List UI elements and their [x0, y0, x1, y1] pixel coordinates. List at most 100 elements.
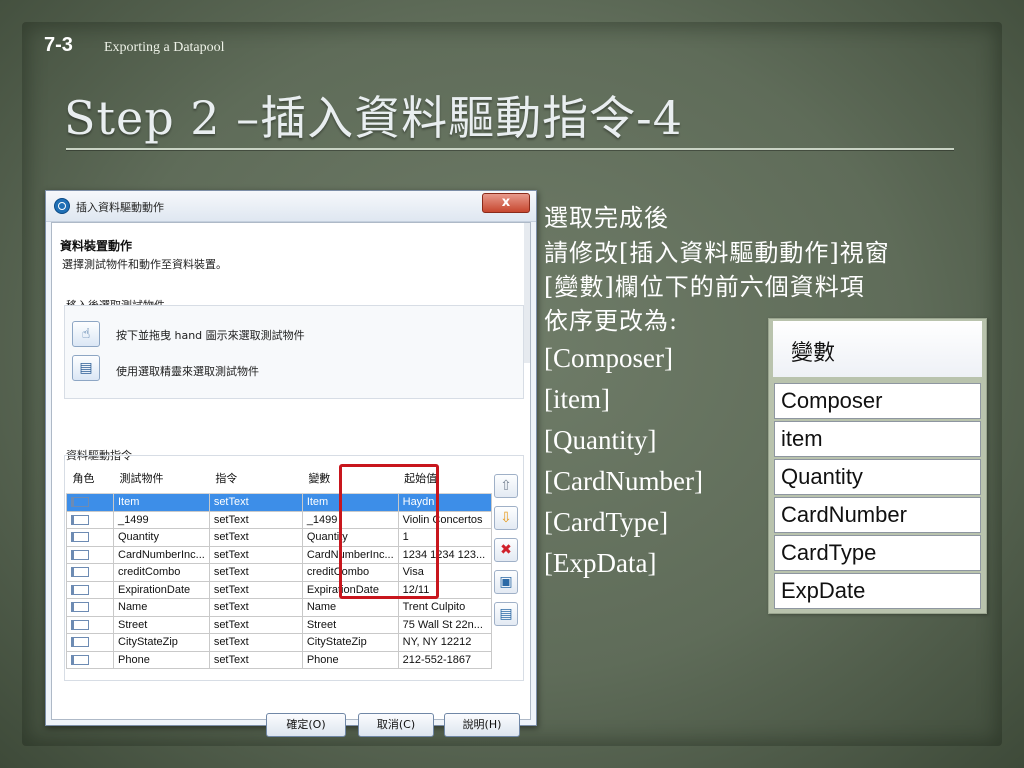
column-header-object[interactable]: 測試物件 [113, 463, 210, 494]
value-cell[interactable]: 212-552-1867 [397, 650, 492, 669]
inset-cell: CardNumber [774, 497, 981, 533]
inset-cell-text: item [781, 426, 823, 451]
textfield-icon [71, 514, 89, 525]
role-cell[interactable] [66, 528, 114, 547]
move-up-button[interactable]: ⇧ [494, 474, 518, 498]
role-cell[interactable] [66, 650, 114, 669]
ok-button[interactable]: 確定(O) [266, 713, 346, 737]
table-row[interactable]: Name setText Name Trent Culpito [66, 598, 492, 617]
column-header-command[interactable]: 指令 [209, 463, 303, 494]
insert-button[interactable]: ▣ [494, 570, 518, 594]
inset-header: 變數 [773, 321, 982, 377]
slide-title: Step 2 –插入資料驅動指令-4 [64, 91, 683, 145]
object-cell[interactable]: ExpirationDate [113, 580, 210, 599]
command-cell[interactable]: setText [208, 528, 303, 547]
hand-drag-text: 按下並拖曳 hand 圖示來選取測試物件 [116, 329, 305, 342]
textfield-icon [71, 584, 89, 595]
properties-button[interactable]: ▤ [494, 602, 518, 626]
dialog-title: 插入資料驅動動作 [76, 201, 164, 214]
command-cell[interactable]: setText [208, 563, 303, 582]
scrollbar[interactable] [524, 223, 530, 363]
dialog-description: 選擇測試物件和動作至資料裝置。 [62, 258, 227, 271]
inset-cell-text: CardType [781, 540, 877, 565]
hand-drag-button[interactable]: ☝ [72, 321, 100, 347]
role-cell[interactable] [66, 493, 114, 512]
textfield-icon [71, 549, 89, 560]
role-cell[interactable] [66, 545, 114, 564]
command-cell[interactable]: setText [208, 510, 303, 529]
value-cell[interactable]: 75 Wall St 22n... [397, 615, 492, 634]
selection-wizard-text: 使用選取精靈來選取測試物件 [116, 365, 259, 378]
dialog-heading: 資料裝置動作 [60, 239, 133, 253]
slide-number: 7-3 [44, 34, 73, 56]
selection-wizard-button[interactable]: ▤ [72, 355, 100, 381]
select-object-group [64, 305, 524, 399]
inset-cell: ExpDate [774, 573, 981, 609]
command-cell[interactable]: setText [208, 650, 303, 669]
command-cell[interactable]: setText [208, 615, 303, 634]
value-cell[interactable]: NY, NY 12212 [397, 633, 492, 652]
object-cell[interactable]: _1499 [113, 510, 210, 529]
textfield-icon [71, 567, 89, 578]
instruction-line: 請修改[插入資料驅動動作]視窗 [544, 239, 890, 267]
variable-cell[interactable]: Name [301, 598, 399, 617]
object-cell[interactable]: creditCombo [113, 563, 210, 582]
object-cell[interactable]: Name [113, 598, 210, 617]
help-button[interactable]: 說明(H) [444, 713, 520, 737]
instruction-line: [變數]欄位下的前六個資料項 [544, 273, 865, 301]
app-icon [54, 198, 70, 214]
inset-cell: CardType [774, 535, 981, 571]
command-cell[interactable]: setText [208, 493, 303, 512]
textfield-icon [71, 602, 89, 613]
variable-cell[interactable]: Street [301, 615, 399, 634]
insert-datadriven-dialog: 插入資料驅動動作 x 資料裝置動作 選擇測試物件和動作至資料裝置。 移入後選取測… [45, 190, 537, 737]
inset-cell: Composer [774, 383, 981, 419]
inset-header-text: 變數 [791, 340, 836, 365]
dialog-body: 資料裝置動作 選擇測試物件和動作至資料裝置。 移入後選取測試物件 ☝ 按下並拖曳… [51, 222, 531, 737]
object-cell[interactable]: CardNumberInc... [113, 545, 210, 564]
table-row[interactable]: Street setText Street 75 Wall St 22n... [66, 615, 492, 634]
variable-cell[interactable]: CityStateZip [301, 633, 399, 652]
textfield-icon [71, 654, 89, 665]
inset-cell-text: Quantity [781, 464, 863, 489]
command-cell[interactable]: setText [208, 545, 303, 564]
command-cell[interactable]: setText [208, 633, 303, 652]
column-header-role[interactable]: 角色 [66, 463, 114, 494]
command-cell[interactable]: setText [208, 598, 303, 617]
inset-cell: Quantity [774, 459, 981, 495]
hand-icon: ☝ [81, 326, 91, 342]
textfield-icon [71, 637, 89, 648]
command-cell[interactable]: setText [208, 580, 303, 599]
instruction-line: 選取完成後 [544, 204, 669, 232]
role-cell[interactable] [66, 580, 114, 599]
inset-cell-text: ExpDate [781, 578, 866, 603]
variable-cell[interactable]: Phone [301, 650, 399, 669]
cancel-button[interactable]: 取消(C) [358, 713, 434, 737]
table-row[interactable]: CityStateZip setText CityStateZip NY, NY 12… [66, 633, 492, 652]
role-cell[interactable] [66, 563, 114, 582]
object-cell[interactable]: CityStateZip [113, 633, 210, 652]
object-cell[interactable]: Street [113, 615, 210, 634]
table-row[interactable]: Phone setText Phone 212-552-1867 [66, 650, 492, 669]
role-cell[interactable] [66, 510, 114, 529]
role-cell[interactable] [66, 615, 114, 634]
title-divider [66, 148, 954, 150]
role-cell[interactable] [66, 598, 114, 617]
textfield-icon [71, 532, 89, 543]
close-button[interactable]: x [482, 193, 530, 213]
variable-column-highlight [339, 464, 439, 599]
textfield-icon [71, 497, 89, 508]
wizard-icon: ▤ [79, 360, 93, 376]
object-cell[interactable]: Quantity [113, 528, 210, 547]
delete-button[interactable]: ✖ [494, 538, 518, 562]
value-cell[interactable]: Trent Culpito [397, 598, 492, 617]
inset-cell-text: Composer [781, 388, 883, 413]
object-cell[interactable]: Phone [113, 650, 210, 669]
object-cell[interactable]: Item [113, 493, 210, 512]
move-down-button[interactable]: ⇩ [494, 506, 518, 530]
role-cell[interactable] [66, 633, 114, 652]
textfield-icon [71, 619, 89, 630]
inset-cell-text: CardNumber [781, 502, 907, 527]
slide-section: Exporting a Datapool [104, 40, 225, 55]
dialog-titlebar: 插入資料驅動動作 x [46, 191, 536, 222]
